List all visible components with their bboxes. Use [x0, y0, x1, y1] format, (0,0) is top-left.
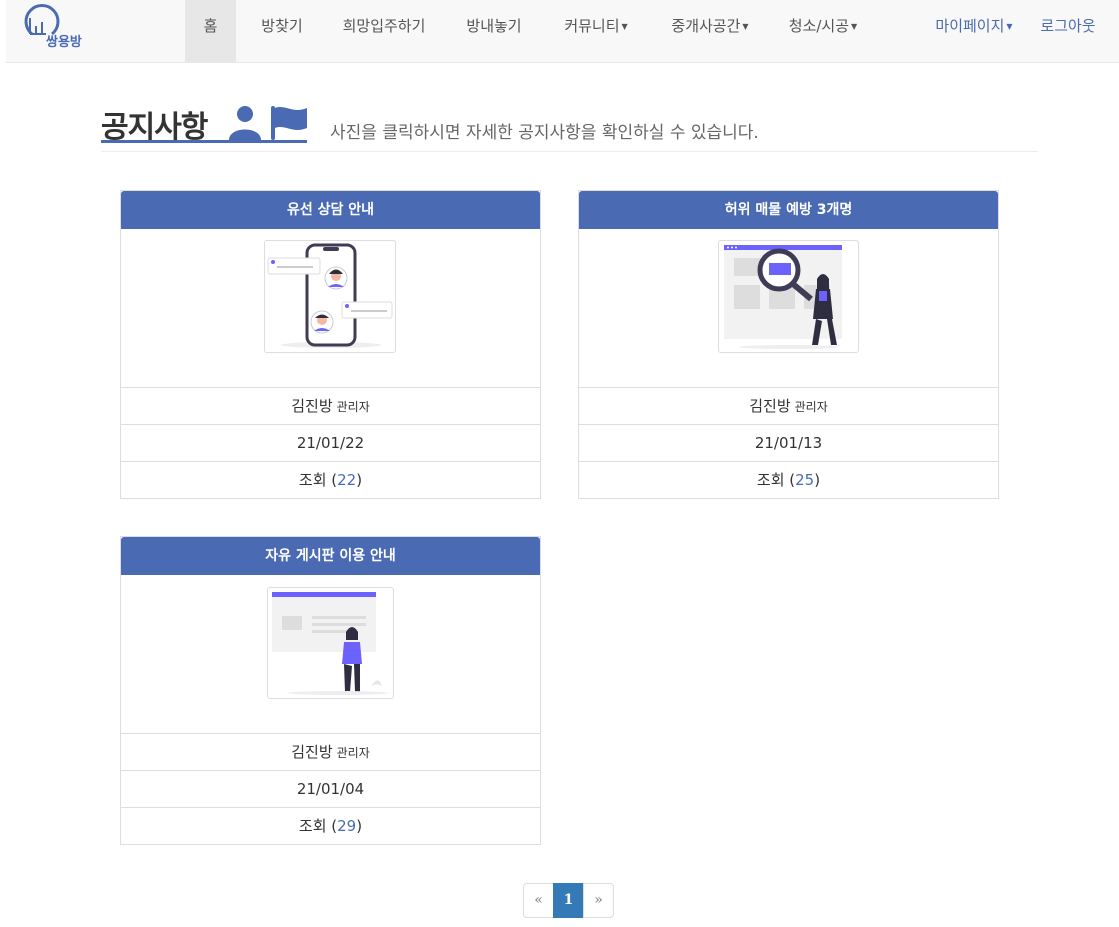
logo-text: 쌍용방 — [46, 35, 82, 50]
notice-author: 김진방 — [291, 397, 333, 415]
prev-page-button[interactable]: « — [523, 883, 554, 918]
user-icon — [229, 106, 261, 140]
nav-home-label: 홈 — [203, 17, 218, 35]
flag-icon — [271, 106, 307, 140]
nav-desired-move-in-label: 희망입주하기 — [342, 17, 426, 35]
views-label: 조회 — [298, 471, 327, 489]
caret-down-icon: ▼ — [621, 22, 628, 31]
top-navbar: 쌍용방 홈 방찾기 희망입주하기 방내놓기 커뮤니티 ▼ 중개사공간 ▼ 청소/시공… — [6, 0, 1119, 63]
caret-down-icon: ▼ — [1006, 22, 1013, 31]
nav-mypage-label: 마이페이지 — [935, 17, 1005, 35]
board-person-illustration[interactable] — [267, 587, 394, 699]
page-title: 공지사항 — [101, 110, 208, 145]
views-label: 조회 — [298, 817, 327, 835]
title-underline: 공지사항 — [101, 100, 307, 145]
nav-agent-space[interactable]: 중개사공간 ▼ — [650, 0, 770, 63]
notice-date: 21/01/04 — [121, 771, 540, 808]
views-label: 조회 — [756, 471, 785, 489]
notice-image-area — [121, 229, 540, 388]
page-1-button[interactable]: 1 — [553, 883, 584, 918]
notice-views-row: 조회 (22) — [298, 471, 363, 489]
title-icons — [229, 106, 307, 140]
notice-author-row: 김진방 관리자 — [121, 734, 540, 771]
notice-date: 21/01/22 — [121, 425, 540, 462]
notice-title[interactable]: 자유 게시판 이용 안내 — [121, 537, 540, 575]
notice-card[interactable]: 자유 게시판 이용 안내 김진방 관리자 21/01/04 조회 (29) — [120, 536, 541, 845]
views-count: 29 — [337, 817, 357, 835]
notice-author-row: 김진방 관리자 — [579, 388, 998, 425]
magnifier-search-illustration[interactable] — [718, 240, 859, 353]
notice-card[interactable]: 유선 상담 안내 김진방 관리자 21/01/22 조회 (22) — [120, 190, 541, 499]
nav-mypage[interactable]: 마이페이지 ▼ — [926, 0, 1022, 63]
notice-role: 관리자 — [794, 400, 828, 414]
views-count: 25 — [795, 471, 815, 489]
notice-role: 관리자 — [336, 746, 370, 760]
caret-down-icon: ▼ — [742, 22, 749, 31]
caret-down-icon: ▼ — [851, 22, 858, 31]
nav-community[interactable]: 커뮤니티 ▼ — [542, 0, 650, 63]
page-header: 공지사항 사진을 클릭하시면 자세한 공지사항을 확인하실 수 있습니다. — [101, 100, 1038, 152]
nav-desired-move-in[interactable]: 희망입주하기 — [322, 0, 446, 63]
notice-views-row: 조회 (29) — [298, 817, 363, 835]
nav-find-room-label: 방찾기 — [261, 17, 303, 35]
notice-author: 김진방 — [291, 743, 333, 761]
notice-author: 김진방 — [749, 397, 791, 415]
notice-image-area — [579, 229, 998, 388]
nav-list-room[interactable]: 방내놓기 — [446, 0, 542, 63]
notice-title[interactable]: 허위 매물 예방 3개명 — [579, 191, 998, 229]
notice-title[interactable]: 유선 상담 안내 — [121, 191, 540, 229]
notice-card[interactable]: 허위 매물 예방 3개명 김진방 관리자 21/01/13 조회 (25) — [578, 190, 999, 499]
phone-chat-illustration[interactable] — [264, 240, 396, 353]
views-count: 22 — [337, 471, 357, 489]
nav-logout[interactable]: 로그아웃 — [1028, 0, 1108, 63]
notice-image-area — [121, 575, 540, 734]
notice-views-row: 조회 (25) — [756, 471, 821, 489]
notice-role: 관리자 — [336, 400, 370, 414]
nav-find-room[interactable]: 방찾기 — [242, 0, 322, 63]
nav-logout-label: 로그아웃 — [1040, 17, 1096, 35]
nav-agent-space-label: 중개사공간 — [671, 17, 741, 35]
nav-community-label: 커뮤니티 — [564, 17, 620, 35]
nav-cleaning-label: 청소/시공 — [788, 17, 850, 35]
notice-date: 21/01/13 — [579, 425, 998, 462]
nav-cleaning[interactable]: 청소/시공 ▼ — [770, 0, 876, 63]
nav-list-room-label: 방내놓기 — [466, 17, 522, 35]
pagination: « 1 » — [523, 883, 614, 918]
nav-home[interactable]: 홈 — [185, 0, 236, 63]
page-subtitle: 사진을 클릭하시면 자세한 공지사항을 확인하실 수 있습니다. — [330, 123, 759, 143]
notice-author-row: 김진방 관리자 — [121, 388, 540, 425]
next-page-button[interactable]: » — [583, 883, 614, 918]
